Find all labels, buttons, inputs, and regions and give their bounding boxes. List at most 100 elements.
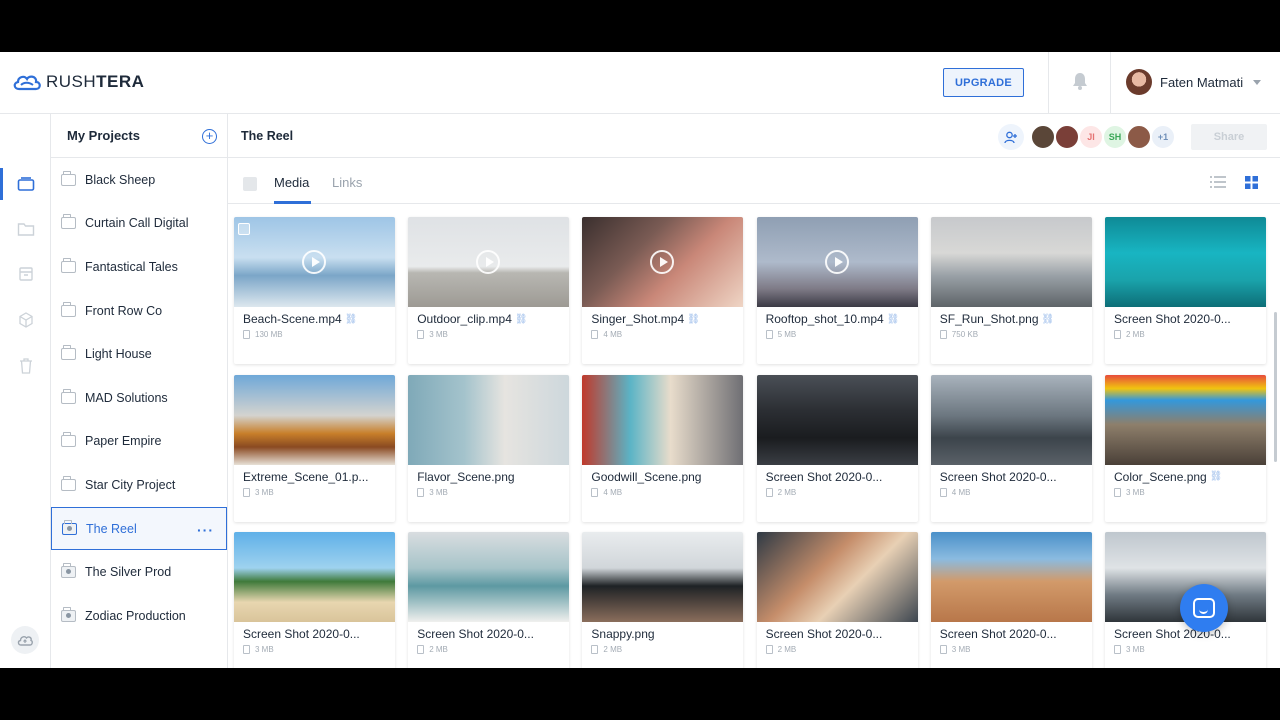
media-card[interactable]: Outdoor_clip.mp4 ⛓ 3 MB <box>408 217 570 364</box>
media-card[interactable]: Snappy.png 2 MB <box>582 532 744 668</box>
media-card[interactable]: Goodwill_Scene.png 4 MB <box>582 374 744 522</box>
media-thumbnail[interactable] <box>930 374 1092 465</box>
media-card[interactable]: Screen Shot 2020-0... 4 MB <box>930 374 1092 522</box>
media-card[interactable]: Screen Shot 2020-0... 2 MB <box>756 374 918 522</box>
add-project-icon[interactable]: + <box>202 129 217 144</box>
media-thumbnail[interactable] <box>234 532 395 622</box>
member-avatar[interactable] <box>1054 124 1080 150</box>
grid-view-icon[interactable] <box>1245 176 1258 194</box>
media-card[interactable]: Screen Shot 2020-0... 2 MB <box>1105 217 1266 364</box>
tab-links[interactable]: Links <box>332 175 362 190</box>
rail-packages[interactable] <box>0 300 51 340</box>
team-folder-icon <box>61 563 76 579</box>
media-thumbnail[interactable] <box>234 374 395 465</box>
file-icon <box>1114 645 1121 654</box>
play-icon[interactable] <box>302 250 326 274</box>
sidebar-project-item[interactable]: Front Row Co <box>51 289 227 333</box>
member-avatar[interactable]: SH <box>1102 124 1128 150</box>
link-icon[interactable]: ⛓ <box>887 314 900 325</box>
sidebar-project-item[interactable]: Zodiac Production <box>51 594 227 638</box>
scrollbar[interactable] <box>1274 312 1277 462</box>
sidebar-project-item[interactable]: The Reel ··· <box>51 506 227 551</box>
upload-cloud-button[interactable] <box>11 626 39 654</box>
rail-projects[interactable] <box>0 164 51 204</box>
sidebar-project-item[interactable]: MAD Solutions <box>51 376 227 420</box>
upgrade-button[interactable]: UPGRADE <box>943 68 1024 97</box>
share-button[interactable]: Share <box>1191 124 1267 150</box>
folder-icon <box>61 170 76 186</box>
file-size: 2 MB <box>603 645 623 654</box>
link-icon[interactable]: ⛓ <box>345 314 358 325</box>
media-thumbnail[interactable] <box>582 532 744 622</box>
media-thumbnail[interactable] <box>930 532 1092 622</box>
file-size: 750 KB <box>951 330 979 339</box>
bell-icon[interactable] <box>1072 72 1088 95</box>
sidebar-project-item[interactable]: Curtain Call Digital <box>51 202 227 246</box>
tab-media[interactable]: Media <box>274 175 309 190</box>
file-name: Snappy.png <box>591 627 737 641</box>
media-thumbnail[interactable] <box>1105 374 1266 465</box>
file-size: 3 MB <box>255 487 274 497</box>
sidebar-project-item[interactable]: The Silver Prod <box>51 550 227 594</box>
file-name-text: Screen Shot 2020-0... <box>243 627 360 641</box>
play-icon[interactable] <box>824 250 849 274</box>
media-thumbnail[interactable] <box>756 374 918 465</box>
sidebar-project-item[interactable]: Light House <box>51 332 227 376</box>
media-thumbnail[interactable] <box>1105 217 1266 307</box>
divider <box>1048 52 1049 114</box>
file-size: 3 MB <box>951 645 971 654</box>
media-thumbnail[interactable] <box>408 374 570 465</box>
media-card[interactable]: Rooftop_shot_10.mp4 ⛓ 5 MB <box>756 217 918 364</box>
member-avatars: JI SH +1 <box>1030 124 1176 150</box>
file-icon <box>591 330 599 339</box>
sidebar-project-item[interactable]: Black Sheep <box>51 158 227 202</box>
user-name: Faten Matmati <box>1160 74 1244 90</box>
media-card[interactable]: Screen Shot 2020-0... 3 MB <box>234 532 395 668</box>
select-checkbox[interactable] <box>238 223 250 235</box>
file-name-text: Screen Shot 2020-0... <box>1114 312 1231 326</box>
member-avatar[interactable]: JI <box>1078 124 1104 150</box>
link-icon[interactable]: ⛓ <box>515 314 528 325</box>
media-card[interactable]: Color_Scene.png ⛓ 3 MB <box>1105 374 1266 522</box>
chat-button[interactable] <box>1180 584 1228 632</box>
file-meta: 2 MB <box>765 645 796 654</box>
member-avatar[interactable]: +1 <box>1150 124 1176 150</box>
play-icon[interactable] <box>476 250 501 274</box>
media-card[interactable]: Extreme_Scene_01.p... 3 MB <box>234 374 395 522</box>
media-card[interactable]: Screen Shot 2020-0... 3 MB <box>930 532 1092 668</box>
rail-trash[interactable] <box>0 346 51 386</box>
select-all-checkbox[interactable] <box>243 177 257 191</box>
more-options-icon[interactable]: ··· <box>197 522 214 538</box>
file-name-text: Outdoor_clip.mp4 <box>417 312 512 326</box>
sidebar-project-label: Star City Project <box>85 477 176 492</box>
media-card[interactable]: Beach-Scene.mp4 ⛓ 130 MB <box>234 217 395 364</box>
sidebar-project-item[interactable]: Paper Empire <box>51 420 227 464</box>
media-thumbnail[interactable] <box>408 532 570 622</box>
file-name: Screen Shot 2020-0... <box>417 627 563 641</box>
media-thumbnail[interactable] <box>930 217 1092 307</box>
file-name: Beach-Scene.mp4 ⛓ <box>243 312 389 326</box>
member-avatar[interactable] <box>1030 124 1056 150</box>
member-avatar[interactable] <box>1126 124 1152 150</box>
user-menu[interactable]: Faten Matmati <box>1126 69 1262 95</box>
link-icon[interactable]: ⛓ <box>687 314 700 325</box>
sidebar-project-item[interactable]: Fantastical Tales <box>51 245 227 289</box>
media-thumbnail[interactable] <box>756 532 918 622</box>
file-meta: 4 MB <box>591 330 622 339</box>
media-card[interactable]: Screen Shot 2020-0... 2 MB <box>408 532 570 668</box>
invite-member-button[interactable] <box>998 124 1024 150</box>
link-icon[interactable]: ⛓ <box>1210 471 1223 482</box>
media-card[interactable]: SF_Run_Shot.png ⛓ 750 KB <box>930 217 1092 364</box>
rail-archive[interactable] <box>0 254 51 294</box>
media-card[interactable]: Flavor_Scene.png 3 MB <box>408 374 570 522</box>
rail-folders[interactable] <box>0 209 51 249</box>
link-icon[interactable]: ⛓ <box>1042 314 1055 325</box>
sidebar-project-label: Light House <box>85 347 152 362</box>
media-card[interactable]: Singer_Shot.mp4 ⛓ 4 MB <box>582 217 744 364</box>
media-card[interactable]: Screen Shot 2020-0... 2 MB <box>756 532 918 668</box>
list-view-icon[interactable] <box>1210 175 1226 193</box>
media-thumbnail[interactable] <box>582 374 744 465</box>
sidebar-project-item[interactable]: Star City Project <box>51 463 227 507</box>
logo[interactable]: RUSHTERA <box>12 72 144 92</box>
file-meta: 2 MB <box>591 645 622 654</box>
